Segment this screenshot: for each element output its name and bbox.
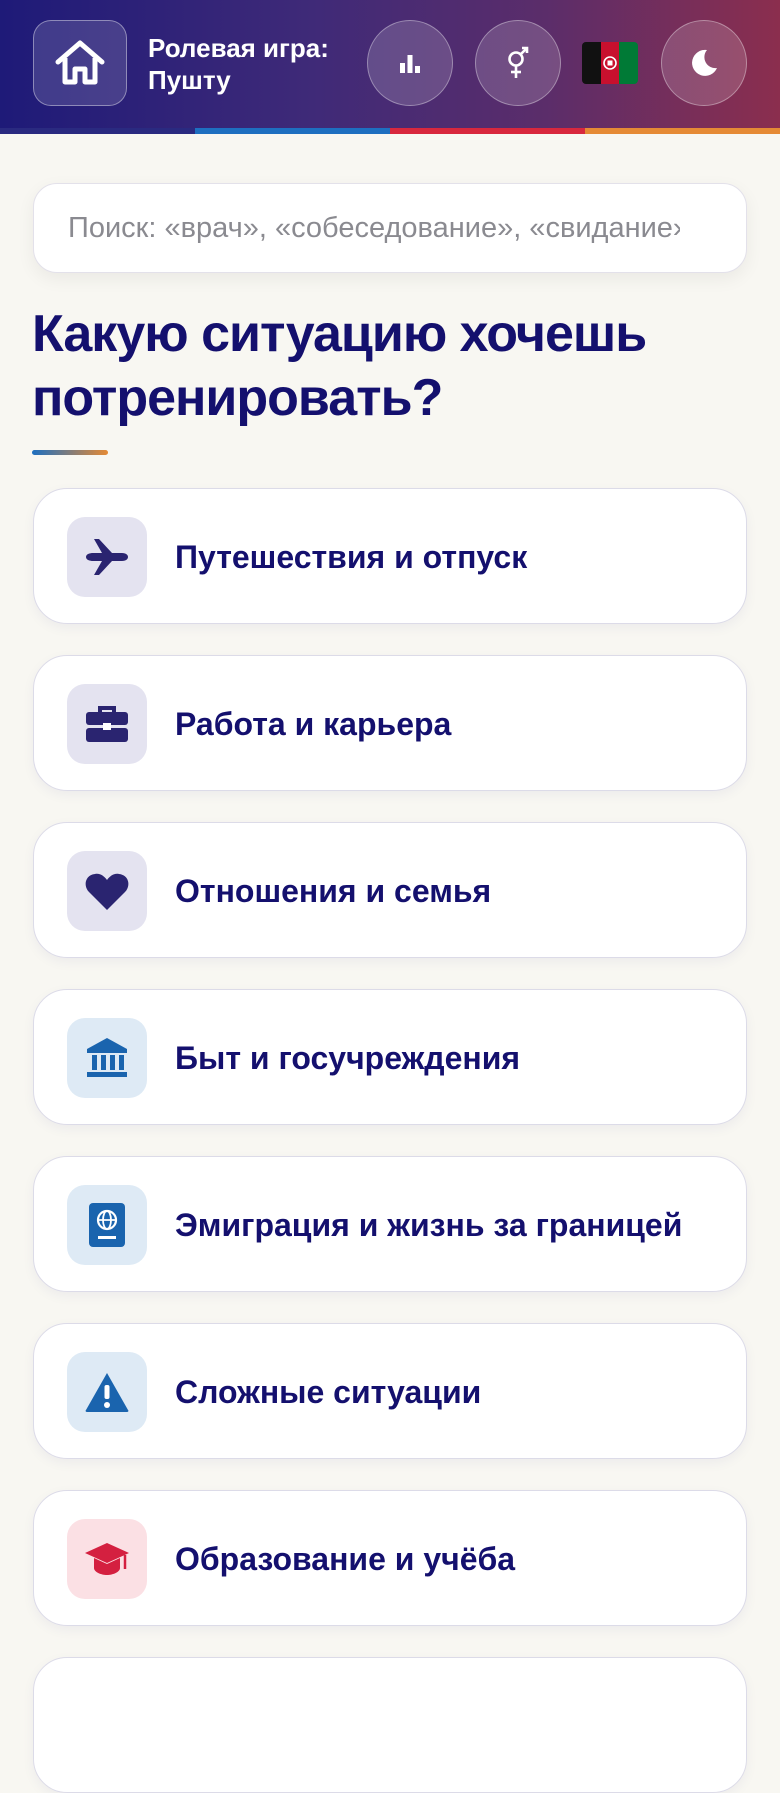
category-travel[interactable]: Путешествия и отпуск <box>33 488 747 624</box>
category-relationships[interactable]: Отношения и семья <box>33 822 747 958</box>
section-heading: Какую ситуацию хочешь потренировать? <box>32 305 647 427</box>
home-button[interactable] <box>33 20 127 106</box>
category-icon-box <box>67 684 147 764</box>
category-label: Быт и госучреждения <box>175 1039 521 1076</box>
warning-icon <box>85 1373 129 1412</box>
header-stripe <box>0 128 780 134</box>
heart-icon <box>85 873 129 910</box>
stats-button[interactable] <box>367 20 453 106</box>
flag-afghanistan-icon[interactable] <box>582 42 638 84</box>
category-icon-box <box>67 517 147 597</box>
title-line-2: Пушту <box>148 65 231 95</box>
category-label: Работа и карьера <box>175 705 452 742</box>
title-line-1: Ролевая игра: <box>148 33 329 63</box>
category-label: Сложные ситуации <box>175 1373 482 1410</box>
passport-icon <box>89 1203 125 1247</box>
heading-underline <box>32 450 108 455</box>
gender-icon <box>508 46 529 78</box>
app-header: Ролевая игра: Пушту <box>0 0 780 128</box>
dark-mode-button[interactable] <box>661 20 747 106</box>
page-title: Ролевая игра: Пушту <box>148 32 329 96</box>
category-icon-box <box>67 1185 147 1265</box>
category-icon-box <box>67 851 147 931</box>
graduation-cap-icon <box>85 1543 129 1575</box>
moon-icon <box>692 49 717 76</box>
gender-button[interactable] <box>475 20 561 106</box>
search-box[interactable] <box>33 183 747 273</box>
home-icon <box>55 40 105 85</box>
category-difficult-situations[interactable]: Сложные ситуации <box>33 1323 747 1459</box>
category-icon-box <box>67 1352 147 1432</box>
briefcase-icon <box>86 706 128 742</box>
category-label: Образование и учёба <box>175 1540 516 1577</box>
category-education[interactable]: Образование и учёба <box>33 1490 747 1626</box>
category-icon-box <box>67 1018 147 1098</box>
bank-icon <box>87 1038 127 1077</box>
category-label: Эмиграция и жизнь за границей <box>175 1206 683 1243</box>
category-label: Отношения и семья <box>175 872 492 909</box>
category-icon-box <box>67 1519 147 1599</box>
category-work[interactable]: Работа и карьера <box>33 655 747 791</box>
category-household[interactable]: Быт и госучреждения <box>33 989 747 1125</box>
category-emigration[interactable]: Эмиграция и жизнь за границей <box>33 1156 747 1292</box>
category-partial[interactable] <box>33 1657 747 1793</box>
stats-icon <box>400 55 420 73</box>
airplane-icon <box>86 539 128 575</box>
search-input[interactable] <box>66 210 682 246</box>
category-label: Путешествия и отпуск <box>175 538 528 575</box>
